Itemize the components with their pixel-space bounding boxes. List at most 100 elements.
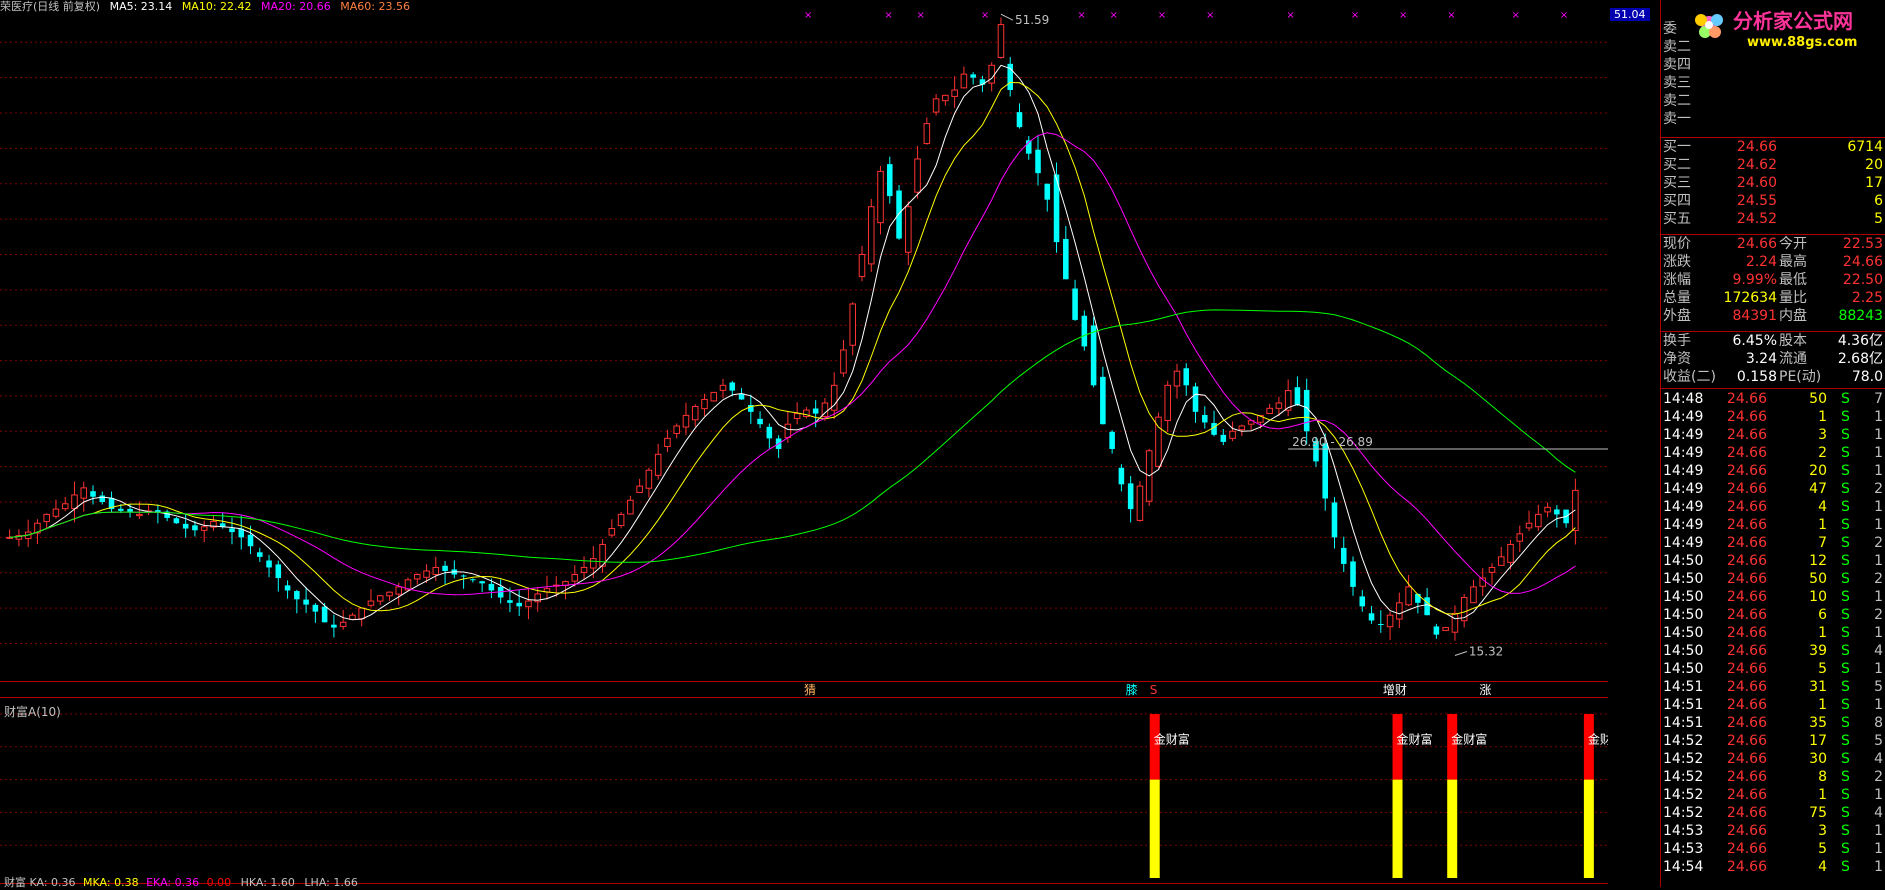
sell-row: 卖三 [1661, 74, 1885, 92]
candle-up [1544, 506, 1551, 513]
tick-row: 14:54 24.66 4 S 1 [1661, 858, 1885, 876]
tick-volume: 5 [1818, 661, 1827, 677]
candle-up [951, 89, 958, 97]
signal-bar-bottom [1583, 779, 1594, 878]
fund-row: 净资 3.24 流通 2.68亿 [1661, 350, 1885, 368]
candle-down [247, 534, 254, 547]
tick-count: 1 [1874, 517, 1883, 533]
tick-time: 14:49 [1663, 409, 1704, 425]
tick-side: S [1841, 463, 1850, 479]
candle-up [1497, 556, 1505, 566]
candle-down [1202, 414, 1208, 423]
candle-up [1229, 430, 1236, 439]
fund-value: 2.68亿 [1837, 351, 1883, 367]
quote-value: 9.99% [1732, 272, 1777, 288]
tick-row: 14:52 24.66 1 S 1 [1661, 786, 1885, 804]
tick-count: 1 [1874, 427, 1883, 443]
tick-row: 14:50 24.66 39 S 4 [1661, 642, 1885, 660]
tick-row: 14:49 24.66 1 S 1 [1661, 408, 1885, 426]
buy-row: 买四 24.55 6 [1661, 192, 1885, 210]
candle-up [877, 170, 884, 224]
candle-down [312, 604, 319, 612]
tick-side: S [1841, 625, 1850, 641]
fund-row: 收益(二) 0.158 PE(动) 78.0 [1661, 368, 1885, 386]
lha-label: LHA: 1.66 [304, 876, 358, 889]
buy-price: 24.60 [1736, 175, 1777, 191]
tick-volume: 17 [1809, 733, 1827, 749]
tick-count: 1 [1874, 463, 1883, 479]
tick-row: 14:51 24.66 1 S 1 [1661, 696, 1885, 714]
candle-down [1554, 509, 1560, 515]
tick-price: 24.66 [1726, 787, 1767, 803]
tick-volume: 1 [1818, 409, 1827, 425]
candle-down [275, 564, 282, 579]
signal-bar-top [1583, 714, 1594, 780]
tick-volume: 20 [1809, 463, 1827, 479]
tick-side: S [1841, 499, 1850, 515]
candle-up [1525, 522, 1533, 529]
fund-label: 换手 [1663, 333, 1691, 349]
candle-up [1516, 533, 1524, 542]
tick-time: 14:53 [1663, 823, 1704, 839]
candle-up [627, 499, 634, 515]
candle-up [367, 600, 375, 606]
tick-volume: 10 [1809, 589, 1827, 605]
tick-volume: 6 [1818, 607, 1827, 623]
tick-row: 14:49 24.66 20 S 1 [1661, 462, 1885, 480]
candle-up [1396, 602, 1403, 620]
candle-up [590, 558, 597, 569]
candle-down [1350, 561, 1356, 587]
tick-price: 24.66 [1726, 607, 1767, 623]
candle-down [757, 418, 763, 425]
mka-label: MKA: 0.38 [83, 876, 139, 889]
ma10-label: MA10: 22.42 [181, 0, 252, 13]
tick-row: 14:49 24.66 2 S 1 [1661, 444, 1885, 462]
tick-time: 14:50 [1663, 625, 1704, 641]
ma5-label: MA5: 23.14 [109, 0, 173, 13]
event-marker: 猜 [804, 683, 816, 697]
tick-count: 1 [1874, 625, 1883, 641]
quote-label: 最低 [1779, 272, 1807, 288]
tick-count: 2 [1874, 481, 1883, 497]
candle-up [580, 566, 588, 573]
candle-up [914, 158, 921, 193]
candle-up [358, 607, 365, 620]
tick-row: 14:52 24.66 30 S 4 [1661, 750, 1885, 768]
signal-star: × [884, 10, 892, 21]
tick-row: 14:49 24.66 1 S 1 [1661, 516, 1885, 534]
indicator-title[interactable]: 财富A(10) [4, 703, 61, 720]
quote-value: 24.66 [1736, 236, 1777, 252]
candle-up [339, 621, 347, 627]
ma-legend: 荣医疗(日线 前复权) MA5: 23.14 MA10: 22.42 MA20:… [0, 0, 410, 13]
tick-time: 14:50 [1663, 643, 1704, 659]
tick-price: 24.66 [1726, 859, 1767, 875]
candle-up [395, 586, 403, 595]
quote-label: 总量 [1663, 290, 1691, 306]
candle-down [90, 491, 96, 497]
tick-count: 1 [1874, 553, 1883, 569]
tick-volume: 39 [1809, 643, 1827, 659]
tick-side: S [1841, 679, 1850, 695]
event-marker: 膝 [1126, 683, 1138, 697]
buy-price: 24.66 [1736, 139, 1777, 155]
kline-svg[interactable]: 50.0048.0046.0044.0042.0040.0038.0036.00… [0, 0, 1608, 887]
tick-volume: 3 [1818, 823, 1827, 839]
candle-up [71, 494, 78, 510]
ka-label: 财富 KA: 0.36 [4, 876, 76, 889]
tick-time: 14:51 [1663, 679, 1704, 695]
sell-row: 卖四 [1661, 56, 1885, 74]
candle-up [1275, 402, 1283, 409]
tick-time: 14:54 [1663, 859, 1704, 875]
candle-down [294, 591, 300, 600]
quote-panel: 委卖二 卖四 卖三 卖二 卖一 买一 24.66 6714 买二 24.62 20 买三 24.60 17… [1660, 0, 1885, 887]
candle-up [386, 591, 393, 597]
sell-level-label: 卖一 [1663, 111, 1691, 127]
quote-label: 外盘 [1663, 308, 1691, 324]
candle-up [942, 94, 949, 102]
tick-count: 1 [1874, 823, 1883, 839]
kline-chart[interactable]: 50.0048.0046.0044.0042.0040.0038.0036.00… [0, 0, 1608, 889]
quote-label: 涨幅 [1663, 272, 1691, 288]
quote-row: 外盘 84391 内盘 88243 [1661, 307, 1885, 325]
low-pointer [1454, 651, 1468, 656]
tick-side: S [1841, 535, 1850, 551]
